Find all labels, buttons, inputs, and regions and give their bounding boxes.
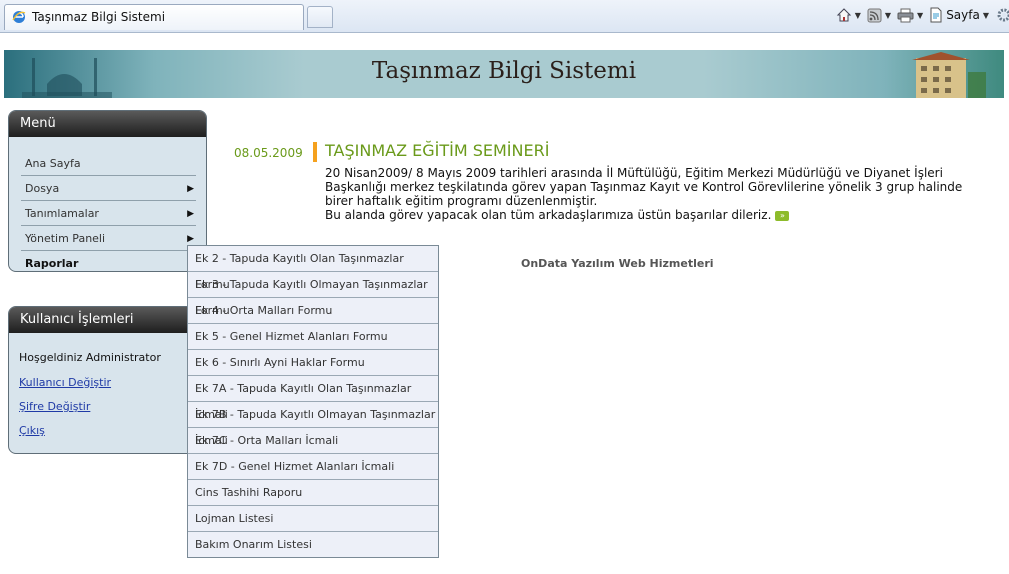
reports-submenu: Ek 2 - Tapuda Kayıtlı Olan Taşınmazlar F… — [187, 245, 439, 558]
menu-panel: Menü Ana Sayfa Dosya ▶ Tanımlamalar ▶ Yöne… — [8, 110, 207, 272]
submenu-item[interactable]: Ek 7A - Tapuda Kayıtlı Olan Taşınmazlar … — [188, 376, 438, 421]
chevron-down-icon[interactable]: ▼ — [917, 11, 923, 20]
submenu-item[interactable]: Ek 7D - Genel Hizmet Alanları İcmali — [188, 454, 438, 480]
user-panel: Kullanıcı İşlemleri Hoşgeldiniz Administ… — [8, 306, 207, 454]
news-paragraph: Bu alanda görev yapacak olan tüm arkadaş… — [325, 208, 772, 222]
home-button[interactable]: ▼ — [836, 7, 861, 23]
page-menu-label: Sayfa — [946, 8, 980, 22]
tab-title: Taşınmaz Bilgi Sistemi — [32, 10, 166, 24]
submenu-item[interactable]: Cins Tashihi Raporu — [188, 480, 438, 506]
submenu-item[interactable]: Bakım Onarım Listesi — [188, 532, 438, 557]
submenu-item[interactable]: Ek 4 - Orta Malları Formu — [188, 298, 438, 324]
menu-item-label: Ana Sayfa — [25, 157, 81, 170]
news-paragraph: 20 Nisan2009/ 8 Mayıs 2009 tarihleri ara… — [325, 166, 963, 208]
news-title[interactable]: TAŞINMAZ EĞİTİM SEMİNERİ — [325, 141, 549, 160]
site-title: Taşınmaz Bilgi Sistemi — [371, 58, 637, 84]
ie-icon — [12, 11, 26, 23]
feeds-button[interactable]: ▼ — [867, 8, 891, 23]
chevron-right-icon: ▶ — [187, 184, 194, 194]
footer-credit: OnData Yazılım Web Hizmetleri — [521, 257, 714, 270]
browser-chrome: Taşınmaz Bilgi Sistemi ▼ ▼ ▼ Sayfa ▼ — [0, 0, 1009, 33]
chevron-right-icon: ▶ — [187, 209, 194, 219]
home-icon — [836, 8, 851, 22]
menu-item-definitions[interactable]: Tanımlamalar ▶ — [21, 201, 196, 226]
welcome-text: Hoşgeldiniz Administrator — [19, 351, 161, 364]
submenu-item[interactable]: Lojman Listesi — [188, 506, 438, 532]
user-panel-title: Kullanıcı İşlemleri — [9, 307, 206, 333]
page-icon — [930, 7, 942, 23]
menu-item-home[interactable]: Ana Sayfa — [21, 151, 196, 176]
news-paragraph-closing: Bu alanda görev yapacak olan tüm arkadaş… — [325, 208, 985, 222]
menu-item-label: Yönetim Paneli — [25, 232, 106, 245]
submenu-item[interactable]: Ek 5 - Genel Hizmet Alanları Formu — [188, 324, 438, 350]
news-accent-bar — [313, 142, 317, 162]
menu-item-label: Tanımlamalar — [25, 207, 99, 220]
user-panel-body: Hoşgeldiniz Administrator Kullanıcı Deği… — [9, 333, 206, 437]
browser-tab[interactable]: Taşınmaz Bilgi Sistemi — [4, 4, 304, 30]
read-more-icon[interactable]: » — [775, 210, 790, 221]
chevron-down-icon[interactable]: ▼ — [983, 11, 989, 20]
tools-button[interactable] — [995, 7, 1009, 23]
submenu-item[interactable]: Ek 3 - Tapuda Kayıtlı Olmayan Taşınmazla… — [188, 272, 438, 317]
printer-icon — [897, 8, 914, 22]
rss-icon — [867, 8, 882, 22]
menu-item-admin-panel[interactable]: Yönetim Paneli ▶ — [21, 226, 196, 251]
logout-link[interactable]: Çıkış — [19, 424, 196, 437]
menu-item-label: Raporlar — [25, 257, 79, 270]
submenu-item[interactable]: Ek 6 - Sınırlı Ayni Haklar Formu — [188, 350, 438, 376]
change-password-link[interactable]: Şifre Değiştir — [19, 400, 196, 413]
gear-icon — [997, 8, 1009, 22]
submenu-item[interactable]: Ek 2 - Tapuda Kayıtlı Olan Taşınmazlar F… — [188, 246, 438, 291]
page-menu-button[interactable]: Sayfa ▼ — [929, 7, 989, 23]
submenu-item[interactable]: Ek 7B - Tapuda Kayıtlı Olmayan Taşınmazl… — [188, 402, 438, 447]
news-date: 08.05.2009 — [234, 146, 303, 160]
submenu-item[interactable]: Ek 7C - Orta Malları İcmali — [188, 428, 438, 454]
new-tab-button[interactable] — [307, 6, 333, 28]
menu-item-label: Dosya — [25, 182, 60, 195]
menu-item-file[interactable]: Dosya ▶ — [21, 176, 196, 201]
menu-panel-title: Menü — [9, 111, 206, 137]
news-body: 20 Nisan2009/ 8 Mayıs 2009 tarihleri ara… — [325, 166, 985, 222]
site-header-banner: Taşınmaz Bilgi Sistemi — [4, 50, 1004, 98]
menu-list: Ana Sayfa Dosya ▶ Tanımlamalar ▶ Yönetim P… — [9, 137, 206, 275]
building-image — [912, 52, 986, 98]
menu-item-reports[interactable]: Raporlar▶ — [21, 251, 196, 275]
chevron-down-icon[interactable]: ▼ — [885, 11, 891, 20]
print-button[interactable]: ▼ — [897, 8, 923, 23]
command-bar: ▼ ▼ ▼ Sayfa ▼ — [830, 4, 1009, 26]
chevron-down-icon[interactable]: ▼ — [855, 11, 861, 20]
change-user-link[interactable]: Kullanıcı Değiştir — [19, 376, 196, 389]
